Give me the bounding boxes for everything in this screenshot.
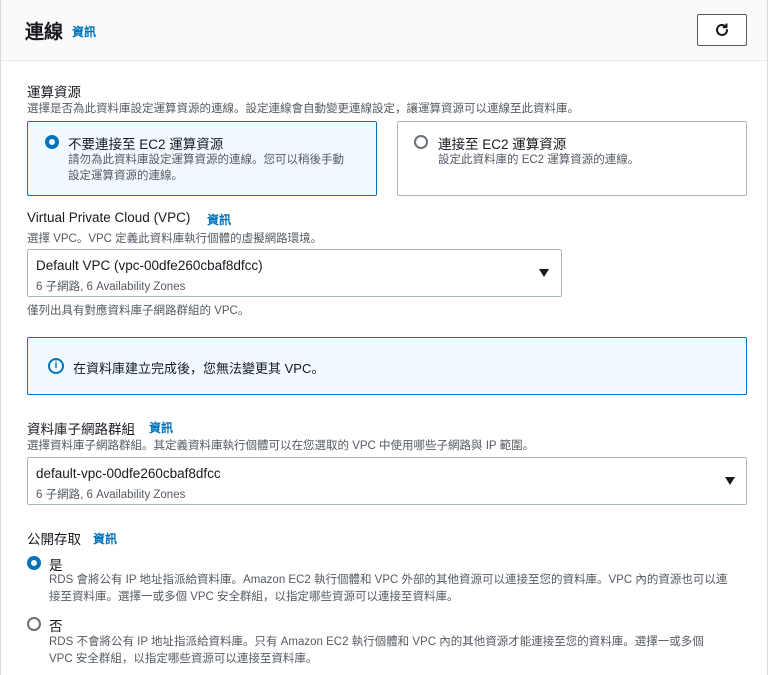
- no-ec2-connection-desc-1: 請勿為此資料庫設定運算資源的連線。您可以稍後手動: [68, 154, 344, 166]
- public-access-yes-radio[interactable]: [27, 556, 41, 570]
- panel-title: 連線: [25, 22, 64, 43]
- vpc-selected-sub: 6 子網路, 6 Availability Zones: [36, 281, 186, 293]
- vpc-info-alert: i 在資料庫建立完成後，您無法變更其 VPC。: [27, 337, 747, 395]
- public-access-no-desc-1: RDS 不會將公有 IP 地址指派給資料庫。只有 Amazon EC2 執行個體…: [49, 636, 704, 648]
- public-access-info-link[interactable]: 資訊: [93, 530, 117, 547]
- public-access-yes-desc-1: RDS 會將公有 IP 地址指派給資料庫。Amazon EC2 執行個體和 VP…: [49, 574, 728, 586]
- no-ec2-connection-title: 不要連接至 EC2 運算資源: [68, 137, 224, 152]
- refresh-icon: [716, 23, 728, 36]
- vpc-select[interactable]: Default VPC (vpc-00dfe260cbaf8dfcc) 6 子網…: [27, 249, 562, 297]
- subnet-group-label: 資料庫子網路群組: [27, 422, 135, 437]
- public-access-yes-label[interactable]: 是: [49, 554, 63, 574]
- connect-ec2-title: 連接至 EC2 運算資源: [438, 137, 567, 152]
- public-access-label: 公開存取: [27, 532, 81, 547]
- public-access-no-desc-2: VPC 安全群組，以指定哪些資源可以連接至資料庫。: [49, 653, 318, 665]
- refresh-button[interactable]: [697, 14, 747, 46]
- no-ec2-connection-desc-2: 設定運算資源的連線。: [68, 170, 183, 182]
- radio-selected-icon: [45, 135, 59, 149]
- compute-resource-description: 選擇是否為此資料庫設定運算資源的連線。設定連線會自動變更連線設定，讓運算資源可以…: [27, 103, 579, 115]
- public-access-no-label[interactable]: 否: [49, 615, 63, 635]
- compute-resource-label: 運算資源: [27, 85, 81, 100]
- connect-ec2-tile[interactable]: 連接至 EC2 運算資源 設定此資料庫的 EC2 運算資源的連線。: [397, 121, 747, 196]
- vpc-label: Virtual Private Cloud (VPC): [27, 210, 191, 225]
- vpc-alert-text: 在資料庫建立完成後，您無法變更其 VPC。: [73, 361, 325, 376]
- panel-header: 連線 資訊: [1, 0, 767, 61]
- subnet-group-selected-sub: 6 子網路, 6 Availability Zones: [36, 489, 186, 501]
- subnet-group-selected-value: default-vpc-00dfe260cbaf8dfcc: [36, 466, 221, 481]
- connectivity-panel: 連線 資訊 運算資源 選擇是否為此資料庫設定運算資源的連線。設定連線會自動變更連…: [0, 0, 768, 675]
- subnet-group-description: 選擇資料庫子網路群組。其定義資料庫執行個體可以在您選取的 VPC 中使用哪些子網…: [27, 440, 535, 452]
- caret-down-icon: [539, 269, 549, 277]
- caret-down-icon: [725, 477, 735, 485]
- no-ec2-connection-tile[interactable]: 不要連接至 EC2 運算資源 請勿為此資料庫設定運算資源的連線。您可以稍後手動 …: [27, 121, 377, 196]
- subnet-group-info-link[interactable]: 資訊: [149, 419, 173, 436]
- header-info-link[interactable]: 資訊: [72, 23, 96, 40]
- vpc-selected-value: Default VPC (vpc-00dfe260cbaf8dfcc): [36, 258, 263, 273]
- radio-unselected-icon: [414, 135, 428, 149]
- public-access-no-radio[interactable]: [27, 617, 41, 631]
- vpc-hint: 僅列出具有對應資料庫子網路群組的 VPC。: [27, 305, 250, 317]
- info-circle-icon: i: [48, 358, 64, 374]
- public-access-yes-desc-2: 接至資料庫。選擇一或多個 VPC 安全群組，以指定哪些資源可以連接至資料庫。: [49, 591, 459, 603]
- vpc-description: 選擇 VPC。VPC 定義此資料庫執行個體的虛擬網路環境。: [27, 233, 323, 245]
- connect-ec2-desc: 設定此資料庫的 EC2 運算資源的連線。: [438, 154, 640, 166]
- vpc-info-link[interactable]: 資訊: [207, 211, 231, 228]
- subnet-group-select[interactable]: default-vpc-00dfe260cbaf8dfcc 6 子網路, 6 A…: [27, 457, 747, 505]
